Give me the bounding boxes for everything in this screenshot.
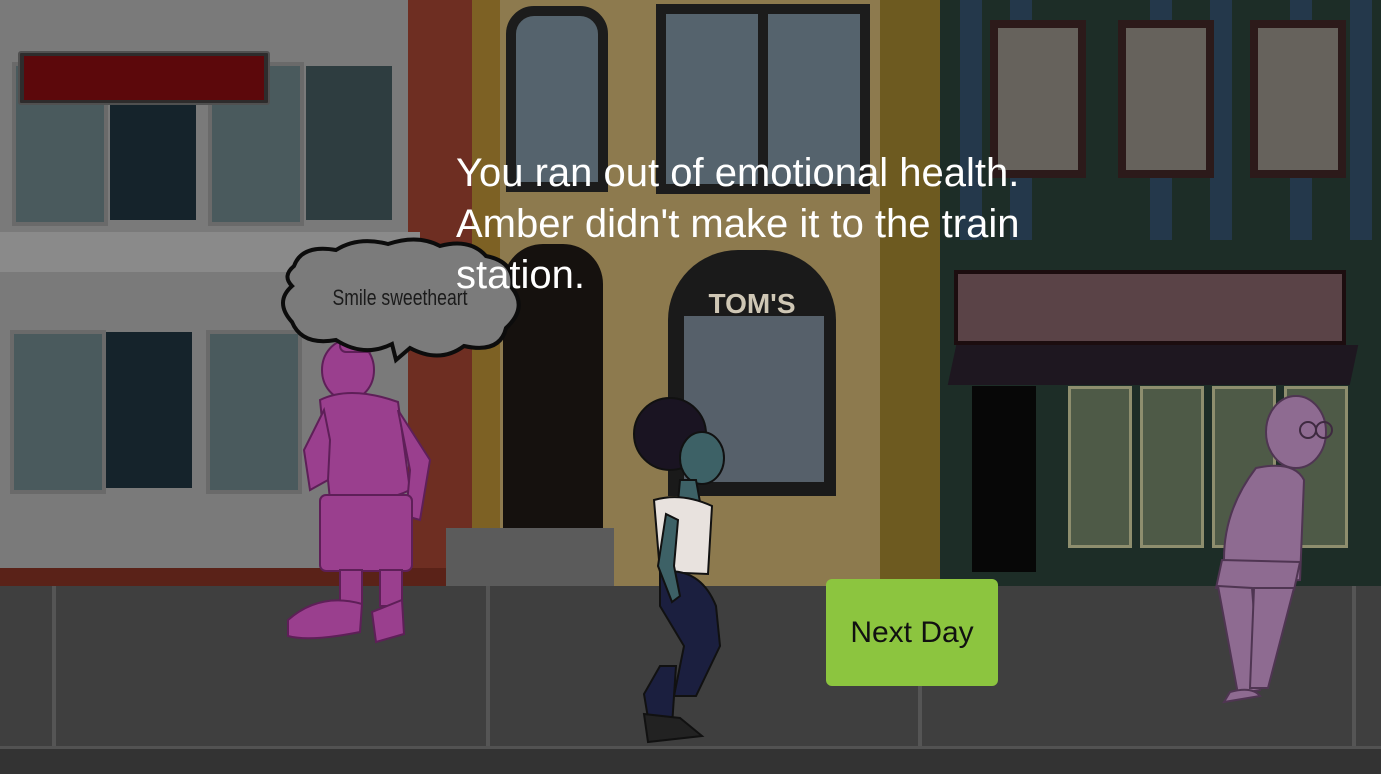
sidewalk-seam	[52, 586, 56, 750]
health-bar-fill	[24, 56, 264, 100]
curb	[0, 746, 1381, 774]
sidewalk-seam	[486, 586, 490, 750]
shop-window	[1068, 386, 1132, 548]
amber-character	[633, 397, 725, 744]
building-window	[306, 66, 392, 220]
shop-window	[1140, 386, 1204, 548]
building-stripe	[1350, 0, 1372, 240]
shop-door	[972, 386, 1036, 572]
building-window	[10, 330, 106, 494]
sidewalk-seam	[1352, 586, 1356, 750]
building-window	[1250, 20, 1346, 178]
building-window	[106, 332, 192, 488]
game-scene: TOM'S Smile sweetheart You ran out of em…	[0, 0, 1381, 774]
entrance-steps	[446, 528, 614, 590]
old-man-character	[1214, 395, 1333, 704]
shop-awning-bar	[947, 345, 1359, 385]
game-over-message: You ran out of emotional health. Amber d…	[456, 151, 1020, 297]
next-day-button[interactable]: Next Day	[826, 579, 998, 686]
harasser-character	[287, 335, 432, 644]
